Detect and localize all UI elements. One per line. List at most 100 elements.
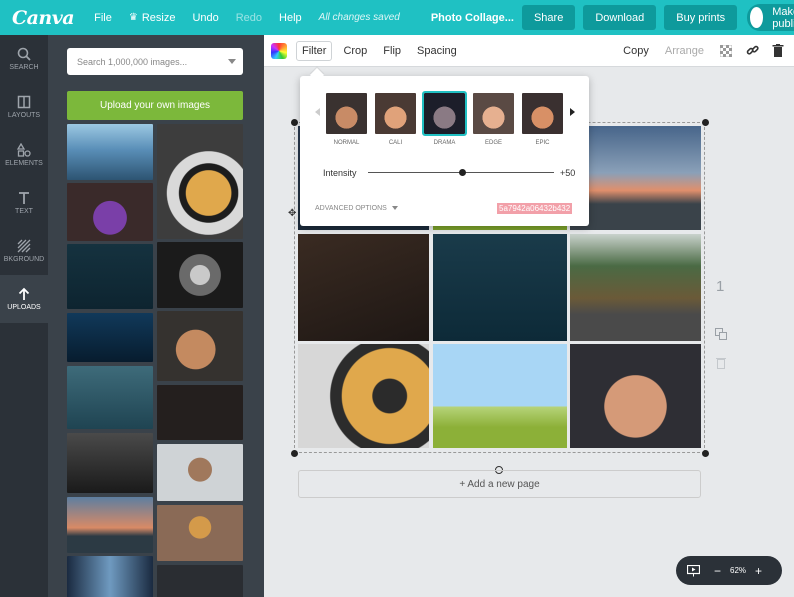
copy-button[interactable]: Copy (623, 45, 649, 57)
filter-label: DRAMA (433, 140, 456, 146)
upload-thumbnail[interactable] (157, 385, 243, 440)
resize-handle[interactable] (702, 119, 709, 126)
redo-button[interactable]: Redo (236, 12, 262, 24)
upload-thumbnail[interactable] (157, 444, 243, 501)
help-menu[interactable]: Help (279, 12, 302, 24)
zoom-out-button[interactable]: − (714, 564, 721, 578)
filter-option-drama[interactable]: DRAMA (422, 91, 467, 146)
delete-page-icon[interactable] (716, 357, 726, 369)
sidebar-item-label: Search (9, 64, 39, 71)
sidebar-item-layouts[interactable]: Layouts (0, 83, 48, 131)
filter-preview-image (422, 91, 467, 136)
presentation-icon[interactable] (687, 564, 700, 577)
upload-thumbnail[interactable] (157, 505, 243, 561)
add-page-button[interactable]: + Add a new page (298, 470, 701, 498)
slider-handle[interactable] (459, 169, 466, 176)
intensity-slider[interactable] (368, 169, 554, 176)
search-placeholder: Search 1,000,000 images... (77, 56, 188, 67)
document-title[interactable]: Photo Collage... (431, 12, 514, 24)
flip-button[interactable]: Flip (383, 45, 401, 57)
sidebar-item-label: Text (15, 208, 33, 215)
transparency-icon[interactable] (720, 44, 732, 57)
download-button[interactable]: Download (583, 5, 657, 30)
resize-handle[interactable] (291, 119, 298, 126)
collage-cell[interactable] (570, 344, 701, 448)
undo-button[interactable]: Undo (192, 12, 218, 24)
filter-option-normal[interactable]: NORMAL (326, 93, 367, 146)
filter-option-cali[interactable]: CALI (375, 93, 416, 146)
resize-label: Resize (141, 11, 176, 24)
sidebar-item-text[interactable]: Text (0, 179, 48, 227)
filter-label: NORMAL (333, 140, 360, 146)
sidebar-item-background[interactable]: Bkground (0, 227, 48, 275)
upload-thumbnail[interactable] (157, 242, 243, 308)
collage-cell[interactable] (570, 126, 701, 230)
arrange-button[interactable]: Arrange (665, 45, 704, 57)
sidebar-item-uploads[interactable]: Uploads (0, 275, 48, 323)
search-input[interactable]: Search 1,000,000 images... (67, 48, 243, 75)
crop-button[interactable]: Crop (343, 45, 367, 57)
crown-icon: ♛ (128, 12, 138, 23)
filter-option-epic[interactable]: EPIC (522, 93, 563, 146)
upload-thumbnail[interactable] (67, 124, 153, 180)
page-number: 1 (716, 278, 725, 295)
zoom-level[interactable]: 62% (730, 566, 746, 575)
intensity-label: Intensity (323, 168, 357, 178)
upload-thumbnail[interactable] (157, 311, 243, 381)
advanced-options-toggle[interactable]: ADVANCED OPTIONS (315, 205, 398, 212)
filter-option-edge[interactable]: EDGE (473, 93, 514, 146)
sidebar-item-label: Uploads (7, 304, 41, 311)
save-status: All changes saved (318, 12, 400, 23)
color-picker-icon[interactable] (271, 42, 287, 59)
intensity-value: +50 (560, 168, 576, 178)
collage-cell[interactable] (298, 344, 429, 448)
file-menu[interactable]: File (94, 12, 112, 24)
resize-handle[interactable] (291, 450, 298, 457)
upload-thumbnail[interactable] (67, 433, 153, 493)
upload-thumbnail[interactable] (67, 244, 153, 309)
layouts-icon (17, 95, 31, 109)
resize-handle[interactable] (702, 450, 709, 457)
make-public-toggle[interactable]: Make public (747, 4, 794, 31)
upload-thumbnail[interactable] (67, 366, 153, 429)
sidebar-item-label: Bkground (3, 256, 45, 263)
chevron-right-icon[interactable] (570, 108, 575, 116)
buy-prints-button[interactable]: Buy prints (664, 5, 738, 30)
filter-label: CALI (388, 140, 403, 146)
sidebar-item-elements[interactable]: Elements (0, 131, 48, 179)
zoom-in-button[interactable]: + (755, 564, 762, 578)
filter-preview-image (522, 93, 563, 134)
collage-cell[interactable] (570, 234, 701, 341)
text-icon (19, 192, 29, 204)
upload-thumbnail[interactable] (67, 497, 153, 553)
filter-preview-image (473, 93, 514, 134)
filter-button[interactable]: Filter (296, 40, 333, 61)
move-icon[interactable]: ✥ (288, 208, 296, 219)
filter-preview-image (326, 93, 367, 134)
collage-cell[interactable] (298, 234, 429, 341)
share-button[interactable]: Share (521, 5, 576, 30)
advanced-options-label: ADVANCED OPTIONS (315, 205, 387, 212)
trash-icon[interactable] (772, 44, 784, 57)
zoom-controls: − 62% + (676, 556, 782, 585)
toggle-knob (750, 7, 764, 28)
spacing-button[interactable]: Spacing (417, 45, 457, 57)
sidebar-item-search[interactable]: Search (0, 35, 48, 83)
resize-button[interactable]: ♛ Resize (129, 12, 176, 24)
upload-thumbnail[interactable] (157, 565, 243, 597)
background-icon (17, 239, 31, 253)
chevron-down-icon[interactable] (228, 59, 236, 64)
collage-cell[interactable] (433, 234, 567, 341)
chevron-left-icon[interactable] (315, 108, 320, 116)
upload-thumbnail[interactable] (67, 183, 153, 241)
canva-logo[interactable]: Canva (12, 7, 75, 29)
search-icon (17, 47, 31, 61)
upload-images-button[interactable]: Upload your own images (67, 91, 243, 120)
duplicate-page-icon[interactable] (715, 328, 727, 340)
link-icon[interactable] (746, 44, 759, 57)
sidebar-item-label: Layouts (7, 112, 41, 119)
upload-thumbnail[interactable] (67, 556, 153, 597)
upload-thumbnail[interactable] (157, 124, 243, 239)
collage-cell[interactable] (433, 344, 567, 448)
upload-thumbnail[interactable] (67, 313, 153, 362)
